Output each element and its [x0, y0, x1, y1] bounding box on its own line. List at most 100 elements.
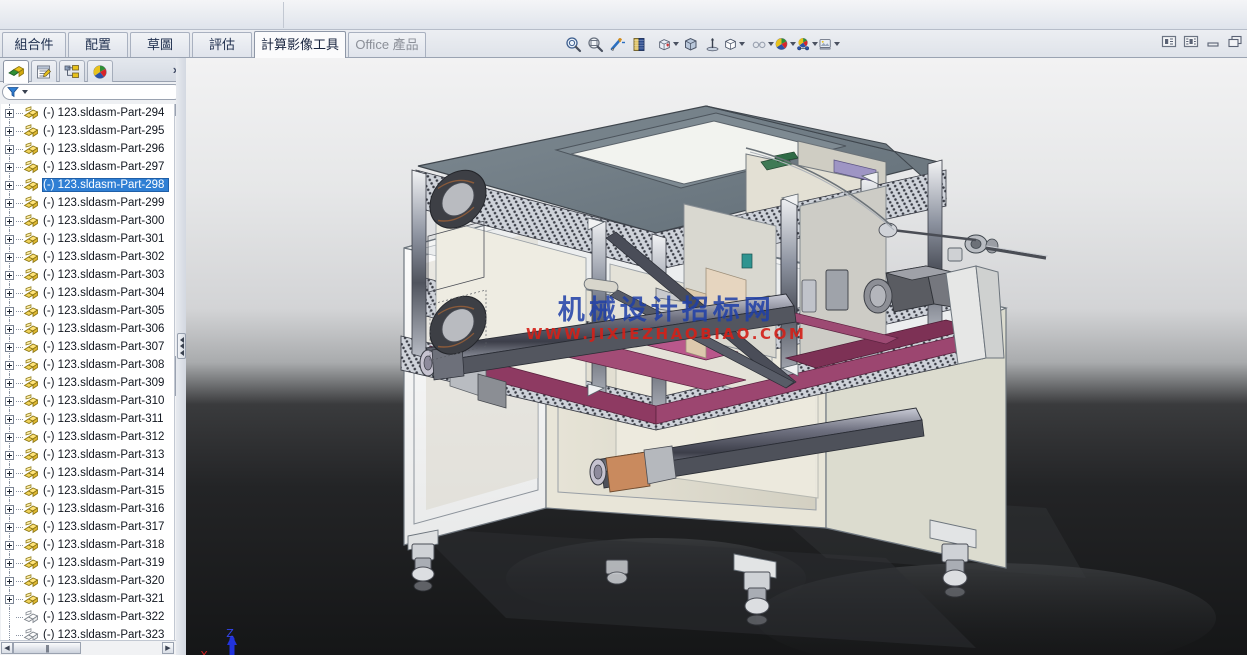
restore-doc-right-button[interactable]: [1183, 34, 1199, 49]
tree-expand-icon[interactable]: [5, 522, 14, 532]
tree-item[interactable]: (-) 123.sldasm-Part-316: [1, 500, 175, 518]
tree-expand-icon[interactable]: [5, 504, 14, 514]
ribbon-item-7[interactable]: 像計算: [412, 0, 478, 1]
tree-expand-icon[interactable]: [5, 414, 14, 424]
tree-item-label: (-) 123.sldasm-Part-308: [43, 359, 165, 371]
tree-item[interactable]: (-) 123.sldasm-Part-322: [1, 608, 175, 626]
tree-expand-icon[interactable]: [5, 252, 14, 262]
tree-filter-bar[interactable]: [2, 84, 182, 100]
tree-expand-icon[interactable]: [5, 162, 14, 172]
tree-horizontal-scrollbar[interactable]: ◀ ||| ▶: [0, 640, 176, 655]
minimize-button[interactable]: [1205, 34, 1221, 49]
featuremanager-design-tree-tab[interactable]: [3, 60, 29, 83]
tab-configuration[interactable]: 配置: [68, 32, 128, 57]
tree-expand-icon[interactable]: [5, 180, 14, 190]
tree-expand-icon[interactable]: [5, 486, 14, 496]
tree-expand-icon[interactable]: [5, 342, 14, 352]
zoom-in-out-icon[interactable]: [606, 33, 628, 55]
tree-expand-icon[interactable]: [5, 540, 14, 550]
tab-evaluate[interactable]: 評估: [192, 32, 252, 57]
tree-expand-icon[interactable]: [5, 270, 14, 280]
tree-expand-icon[interactable]: [5, 126, 14, 136]
tree-scroll-right-button[interactable]: ▶: [162, 642, 174, 654]
zoom-to-fit-icon[interactable]: [562, 33, 584, 55]
edit-appearance-icon[interactable]: [723, 33, 745, 55]
tree-item-label: (-) 123.sldasm-Part-311: [43, 413, 164, 425]
edit-appearance-dropdown-caret[interactable]: [739, 42, 745, 46]
tree-expand-icon[interactable]: [5, 594, 14, 604]
apply-scene-icon[interactable]: [774, 33, 796, 55]
tree-expand-icon[interactable]: [5, 360, 14, 370]
tree-item[interactable]: (-) 123.sldasm-Part-299: [1, 194, 175, 212]
tree-expand-icon[interactable]: [5, 396, 14, 406]
ribbon-item-4[interactable]: 畫印花: [235, 0, 301, 1]
panel-collapse-handle[interactable]: [177, 333, 186, 359]
tab-office-products[interactable]: Office 產品: [348, 32, 426, 57]
tree-expand-icon[interactable]: [5, 288, 14, 298]
tree-item[interactable]: (-) 123.sldasm-Part-304: [1, 284, 175, 302]
tree-item[interactable]: (-) 123.sldasm-Part-298: [1, 176, 175, 194]
tree-expand-icon[interactable]: [5, 144, 14, 154]
tree-expand-icon[interactable]: [5, 558, 14, 568]
tree-item[interactable]: (-) 123.sldasm-Part-319: [1, 554, 175, 572]
tab-sketch[interactable]: 草圖: [130, 32, 190, 57]
display-style-icon[interactable]: [679, 33, 701, 55]
view-settings-icon[interactable]: [796, 33, 818, 55]
tree-expand-icon[interactable]: [5, 324, 14, 334]
tree-item[interactable]: (-) 123.sldasm-Part-314: [1, 464, 175, 482]
graphics-viewport[interactable]: 机械设计招标网 WWW.JIXIEZHAOBIAO.COM Z X Y: [186, 58, 1247, 655]
tree-expand-icon[interactable]: [5, 108, 14, 118]
tree-item[interactable]: (-) 123.sldasm-Part-295: [1, 122, 175, 140]
tree-item[interactable]: (-) 123.sldasm-Part-321: [1, 590, 175, 608]
tree-item[interactable]: (-) 123.sldasm-Part-317: [1, 518, 175, 536]
restore-doc-left-button[interactable]: [1161, 34, 1177, 49]
property-manager-tab[interactable]: [31, 60, 57, 82]
tree-item[interactable]: (-) 123.sldasm-Part-307: [1, 338, 175, 356]
restore-window-button[interactable]: [1227, 34, 1243, 49]
tab-photoview-tools[interactable]: 計算影像工具: [254, 31, 346, 58]
section-view-icon[interactable]: [628, 33, 650, 55]
view-orientation-icon[interactable]: [657, 33, 679, 55]
tree-expand-icon[interactable]: [5, 468, 14, 478]
tree-item[interactable]: (-) 123.sldasm-Part-296: [1, 140, 175, 158]
tree-expand-icon[interactable]: [5, 234, 14, 244]
tree-item[interactable]: (-) 123.sldasm-Part-320: [1, 572, 175, 590]
tree-expand-icon[interactable]: [5, 378, 14, 388]
ribbon-item-9[interactable]: 用最後的影…: [537, 0, 613, 1]
render-tools-dropdown-caret[interactable]: [834, 42, 840, 46]
tree-item[interactable]: (-) 123.sldasm-Part-297: [1, 158, 175, 176]
tree-item[interactable]: (-) 123.sldasm-Part-309: [1, 374, 175, 392]
tree-item[interactable]: (-) 123.sldasm-Part-310: [1, 392, 175, 410]
tree-item[interactable]: (-) 123.sldasm-Part-305: [1, 302, 175, 320]
tree-filter-input[interactable]: [31, 86, 181, 98]
tree-expand-icon[interactable]: [5, 450, 14, 460]
configuration-manager-tab[interactable]: [59, 60, 85, 82]
tree-item[interactable]: (-) 123.sldasm-Part-312: [1, 428, 175, 446]
feature-tree[interactable]: (-) 123.sldasm-Part-294 (-) 123.sldasm-Pa…: [1, 104, 176, 655]
tree-expand-icon[interactable]: [5, 576, 14, 586]
filter-dropdown-caret[interactable]: [22, 90, 28, 94]
tree-item[interactable]: (-) 123.sldasm-Part-300: [1, 212, 175, 230]
hide-show-items-icon[interactable]: [701, 33, 723, 55]
tree-scroll-left-button[interactable]: ◀: [1, 642, 13, 654]
tree-item[interactable]: (-) 123.sldasm-Part-303: [1, 266, 175, 284]
glasses-icon[interactable]: [752, 33, 774, 55]
tree-item[interactable]: (-) 123.sldasm-Part-301: [1, 230, 175, 248]
tree-expand-icon[interactable]: [5, 306, 14, 316]
tree-item[interactable]: (-) 123.sldasm-Part-302: [1, 248, 175, 266]
tree-item[interactable]: (-) 123.sldasm-Part-311: [1, 410, 175, 428]
tree-expand-icon[interactable]: [5, 216, 14, 226]
tree-item[interactable]: (-) 123.sldasm-Part-315: [1, 482, 175, 500]
tree-item[interactable]: (-) 123.sldasm-Part-294: [1, 104, 175, 122]
render-tools-icon[interactable]: [818, 33, 840, 55]
tree-expand-icon[interactable]: [5, 432, 14, 442]
zoom-to-area-icon[interactable]: [584, 33, 606, 55]
tab-assembly[interactable]: 組合件: [2, 32, 66, 57]
display-manager-tab[interactable]: [87, 60, 113, 82]
tree-item[interactable]: (-) 123.sldasm-Part-308: [1, 356, 175, 374]
tree-expand-icon[interactable]: [5, 198, 14, 208]
tree-hscroll-thumb[interactable]: |||: [13, 642, 81, 654]
tree-item[interactable]: (-) 123.sldasm-Part-318: [1, 536, 175, 554]
tree-item[interactable]: (-) 123.sldasm-Part-313: [1, 446, 175, 464]
tree-item[interactable]: (-) 123.sldasm-Part-306: [1, 320, 175, 338]
